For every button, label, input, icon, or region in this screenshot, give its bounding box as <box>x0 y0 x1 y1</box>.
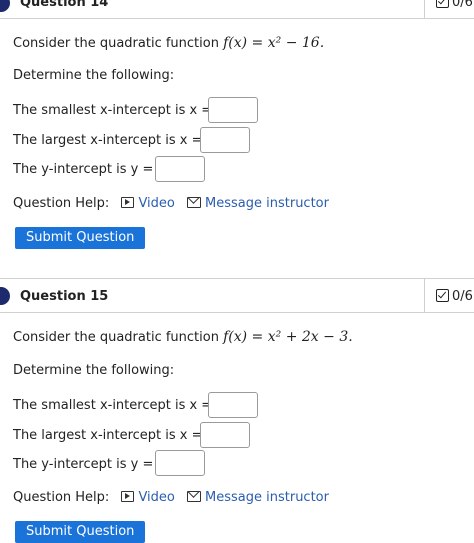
message-label: Message instructor <box>205 490 329 505</box>
determine-text: Determine the following: <box>13 68 175 83</box>
question-15: Question 15 0/6 Consider the quadratic f… <box>0 278 474 543</box>
largest-intercept-input[interactable] <box>200 127 250 153</box>
video-icon <box>121 197 135 208</box>
checkbox-icon <box>436 0 449 8</box>
header-divider <box>424 0 425 18</box>
prompt-text: Consider the quadratic function <box>13 36 219 51</box>
checkbox-icon <box>436 289 449 302</box>
prompt-text: Consider the quadratic function <box>13 330 219 345</box>
largest-intercept-label: The largest x-intercept is x = <box>13 133 203 148</box>
determine-text: Determine the following: <box>13 363 175 378</box>
message-label: Message instructor <box>205 196 329 211</box>
question-header: Question 15 0/6 <box>0 278 474 312</box>
function-expression: f(x) = x² + 2x − 3. <box>223 329 353 345</box>
score-badge: 0/6 <box>436 289 473 304</box>
smallest-intercept-input[interactable] <box>208 392 258 418</box>
mail-icon <box>187 197 202 208</box>
question-14: Question 14 0/6 Consider the quadratic f… <box>0 0 474 278</box>
question-help: Question Help: Video Message instructor <box>13 196 329 211</box>
help-label: Question Help: <box>13 490 110 505</box>
y-intercept-input[interactable] <box>155 156 205 182</box>
y-intercept-label: The y-intercept is y = <box>13 162 154 177</box>
score-value: 0/6 <box>452 289 473 304</box>
message-instructor-link[interactable]: Message instructor <box>179 490 329 505</box>
video-icon <box>121 491 135 502</box>
question-title: Question 15 <box>20 289 109 304</box>
message-instructor-link[interactable]: Message instructor <box>179 196 329 211</box>
smallest-intercept-label: The smallest x-intercept is x = <box>13 398 213 413</box>
score-badge: 0/6 <box>436 0 473 10</box>
header-rule <box>0 18 474 19</box>
video-label: Video <box>138 490 175 505</box>
video-label: Video <box>138 196 175 211</box>
video-link[interactable]: Video <box>113 196 175 211</box>
mail-icon <box>187 491 202 502</box>
question-help: Question Help: Video Message instructor <box>13 490 329 505</box>
score-value: 0/6 <box>452 0 473 10</box>
status-dot-icon <box>0 0 10 12</box>
video-link[interactable]: Video <box>113 490 175 505</box>
submit-question-button[interactable]: Submit Question <box>15 227 146 249</box>
largest-intercept-label: The largest x-intercept is x = <box>13 428 203 443</box>
header-rule <box>0 312 474 313</box>
status-dot-icon <box>0 287 10 305</box>
smallest-intercept-input[interactable] <box>208 97 258 123</box>
smallest-intercept-label: The smallest x-intercept is x = <box>13 103 213 118</box>
question-header: Question 14 0/6 <box>0 0 474 20</box>
largest-intercept-input[interactable] <box>200 422 250 448</box>
help-label: Question Help: <box>13 196 110 211</box>
y-intercept-input[interactable] <box>155 450 205 476</box>
question-prompt: Consider the quadratic function f(x) = x… <box>13 329 353 345</box>
question-prompt: Consider the quadratic function f(x) = x… <box>13 35 324 51</box>
header-divider <box>424 278 425 312</box>
function-expression: f(x) = x² − 16. <box>223 35 325 51</box>
question-title: Question 14 <box>20 0 109 10</box>
y-intercept-label: The y-intercept is y = <box>13 457 154 472</box>
